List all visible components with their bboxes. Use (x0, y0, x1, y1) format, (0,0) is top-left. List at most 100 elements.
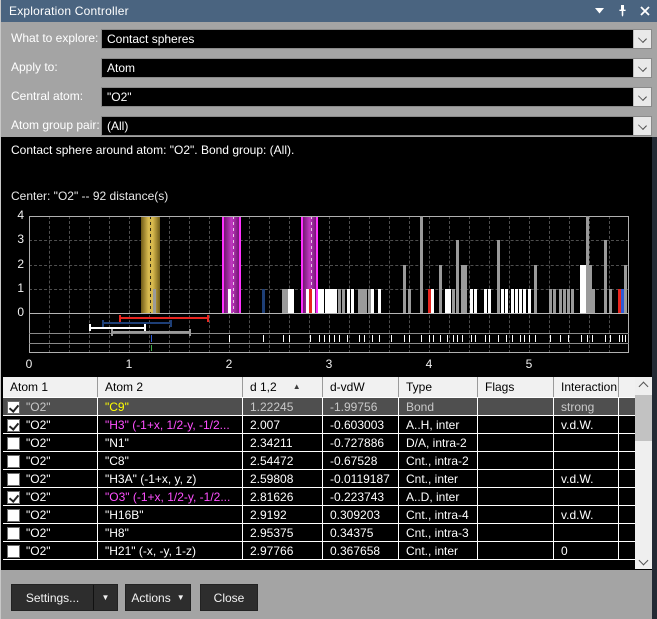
table-row[interactable]: "O2""H3" (-1+x, 1/2-y, -1/2...2.007-0.60… (3, 416, 653, 434)
column-header-type[interactable]: Type (399, 377, 478, 397)
column-header-flags[interactable]: Flags (478, 377, 554, 397)
dropdown-what-to-explore[interactable]: Contact spheres (101, 29, 652, 49)
distance-marker-tick (229, 335, 230, 342)
table-row[interactable]: "O2""H16B"2.91920.309203Cnt., intra-4v.d… (3, 506, 653, 524)
histogram-bar[interactable] (474, 289, 477, 313)
histogram-bar[interactable] (488, 289, 491, 313)
distance-marker-tick (529, 335, 530, 342)
dropdown-value: Contact spheres (102, 30, 633, 48)
column-header-d-1-2[interactable]: d 1,2▲ (243, 377, 323, 397)
column-header-interaction[interactable]: Interaction (554, 377, 619, 397)
table-row[interactable]: "O2""H21" (-x, -y, 1-z)2.977660.367658Cn… (3, 542, 653, 560)
histogram-bar[interactable] (228, 289, 231, 313)
histogram-bar[interactable] (378, 289, 381, 313)
histogram-bar[interactable] (470, 289, 473, 313)
checkbox-checked[interactable] (7, 419, 20, 432)
histogram-bar[interactable] (571, 289, 574, 313)
histogram-bar[interactable] (439, 265, 442, 314)
settings-button[interactable]: Settings... ▼ (11, 584, 118, 611)
close-button[interactable]: Close (200, 584, 258, 611)
histogram-bar[interactable] (403, 265, 406, 314)
scrollbar-thumb[interactable] (635, 395, 653, 441)
histogram-bar[interactable] (511, 289, 514, 313)
histogram-bar[interactable] (505, 289, 508, 313)
histogram-bar[interactable] (448, 289, 451, 313)
histogram-bar[interactable] (420, 216, 423, 313)
histogram-bar[interactable] (523, 289, 526, 313)
distance-marker-tick (324, 335, 325, 342)
histogram-bar[interactable] (497, 240, 500, 313)
column-header-atom-1[interactable]: Atom 1 (3, 377, 98, 397)
actions-button[interactable]: Actions ▼ (125, 584, 191, 611)
histogram-bar[interactable] (553, 289, 556, 313)
histogram-bar[interactable] (408, 289, 411, 313)
histogram-bar[interactable] (464, 265, 467, 314)
checkbox-unchecked[interactable] (7, 509, 20, 522)
table-row[interactable]: "O2""C8"2.54472-0.67528Cnt., intra-2 (3, 452, 653, 470)
histogram-bar[interactable] (312, 289, 315, 313)
histogram-bar[interactable] (484, 289, 487, 313)
histogram-bar[interactable] (567, 289, 570, 313)
histogram-bar[interactable] (592, 289, 595, 313)
histogram-bar[interactable] (321, 289, 324, 313)
cell-d12: 1.22245 (243, 398, 323, 415)
histogram-bar[interactable] (431, 289, 434, 313)
cell-flags (478, 398, 554, 415)
dropdown-chevron-button[interactable] (633, 88, 651, 106)
histogram-bar[interactable] (338, 289, 341, 313)
histogram-bar[interactable] (515, 289, 518, 313)
histogram-bar[interactable] (609, 289, 612, 313)
histogram-bar[interactable] (528, 289, 531, 313)
window-menu-chevron-down-icon[interactable] (592, 4, 606, 18)
histogram-bar[interactable] (559, 289, 562, 313)
dropdown-chevron-button[interactable] (633, 30, 651, 48)
scroll-up-icon[interactable] (639, 382, 649, 392)
histogram-bar[interactable] (364, 289, 367, 313)
table-row[interactable]: "O2""H8"2.953750.34375Cnt., intra-3 (3, 524, 653, 542)
dropdown-atom-group-pair[interactable]: (All) (101, 116, 652, 136)
table-row[interactable]: "O2""H3A" (-1+x, y, z)2.59808-0.0119187C… (3, 470, 653, 488)
checkbox-unchecked[interactable] (7, 437, 20, 450)
histogram-bar[interactable] (534, 265, 537, 314)
checkbox-unchecked[interactable] (7, 527, 20, 540)
cell-type: Cnt., inter (399, 470, 478, 487)
titlebar[interactable]: Exploration Controller (1, 0, 657, 22)
dropdown-chevron-button[interactable] (633, 117, 651, 135)
column-header-d-vdw[interactable]: d-vdW (323, 377, 399, 397)
histogram-bar[interactable] (342, 289, 345, 313)
histogram-bar[interactable] (452, 289, 455, 313)
cell-flags (478, 470, 554, 487)
histogram-bar[interactable] (501, 289, 504, 313)
table-row[interactable]: "O2""C9"1.22245-1.99756Bondstrong (3, 398, 653, 416)
checkbox-unchecked[interactable] (7, 545, 20, 558)
histogram-bar[interactable] (604, 240, 607, 313)
checkbox-unchecked[interactable] (7, 455, 20, 468)
checkbox-unchecked[interactable] (7, 473, 20, 486)
checkbox-checked[interactable] (7, 491, 20, 504)
dropdown-apply-to[interactable]: Atom (101, 58, 652, 78)
histogram-bar[interactable] (334, 289, 337, 313)
histogram-bar[interactable] (291, 289, 294, 313)
close-icon[interactable] (638, 4, 652, 18)
histogram-bar[interactable] (624, 265, 627, 314)
histogram-bar[interactable] (262, 289, 265, 313)
histogram-bar[interactable] (153, 289, 156, 313)
scroll-down-icon[interactable] (639, 556, 649, 566)
table-scrollbar[interactable] (635, 377, 653, 569)
histogram-bar[interactable] (519, 289, 522, 313)
histogram-bar[interactable] (549, 289, 552, 313)
marker-row-separator (29, 333, 629, 334)
settings-dropdown-arrow-icon[interactable]: ▼ (94, 593, 117, 602)
table-row[interactable]: "O2""O3" (-1+x, 1/2-y, -1/2...2.81626-0.… (3, 488, 653, 506)
histogram-bar[interactable] (371, 289, 374, 313)
column-header-atom-2[interactable]: Atom 2 (98, 377, 243, 397)
pin-icon[interactable] (615, 4, 629, 18)
checkbox-checked[interactable] (7, 401, 20, 414)
histogram-bar[interactable] (347, 289, 350, 313)
table-row[interactable]: "O2""N1"2.34211-0.727886D/A, intra-2 (3, 434, 653, 452)
histogram-bar[interactable] (456, 240, 459, 313)
histogram-bar[interactable] (563, 289, 566, 313)
dropdown-chevron-button[interactable] (633, 59, 651, 77)
dropdown-central-atom[interactable]: "O2" (101, 87, 652, 107)
histogram-bar[interactable] (351, 289, 354, 313)
